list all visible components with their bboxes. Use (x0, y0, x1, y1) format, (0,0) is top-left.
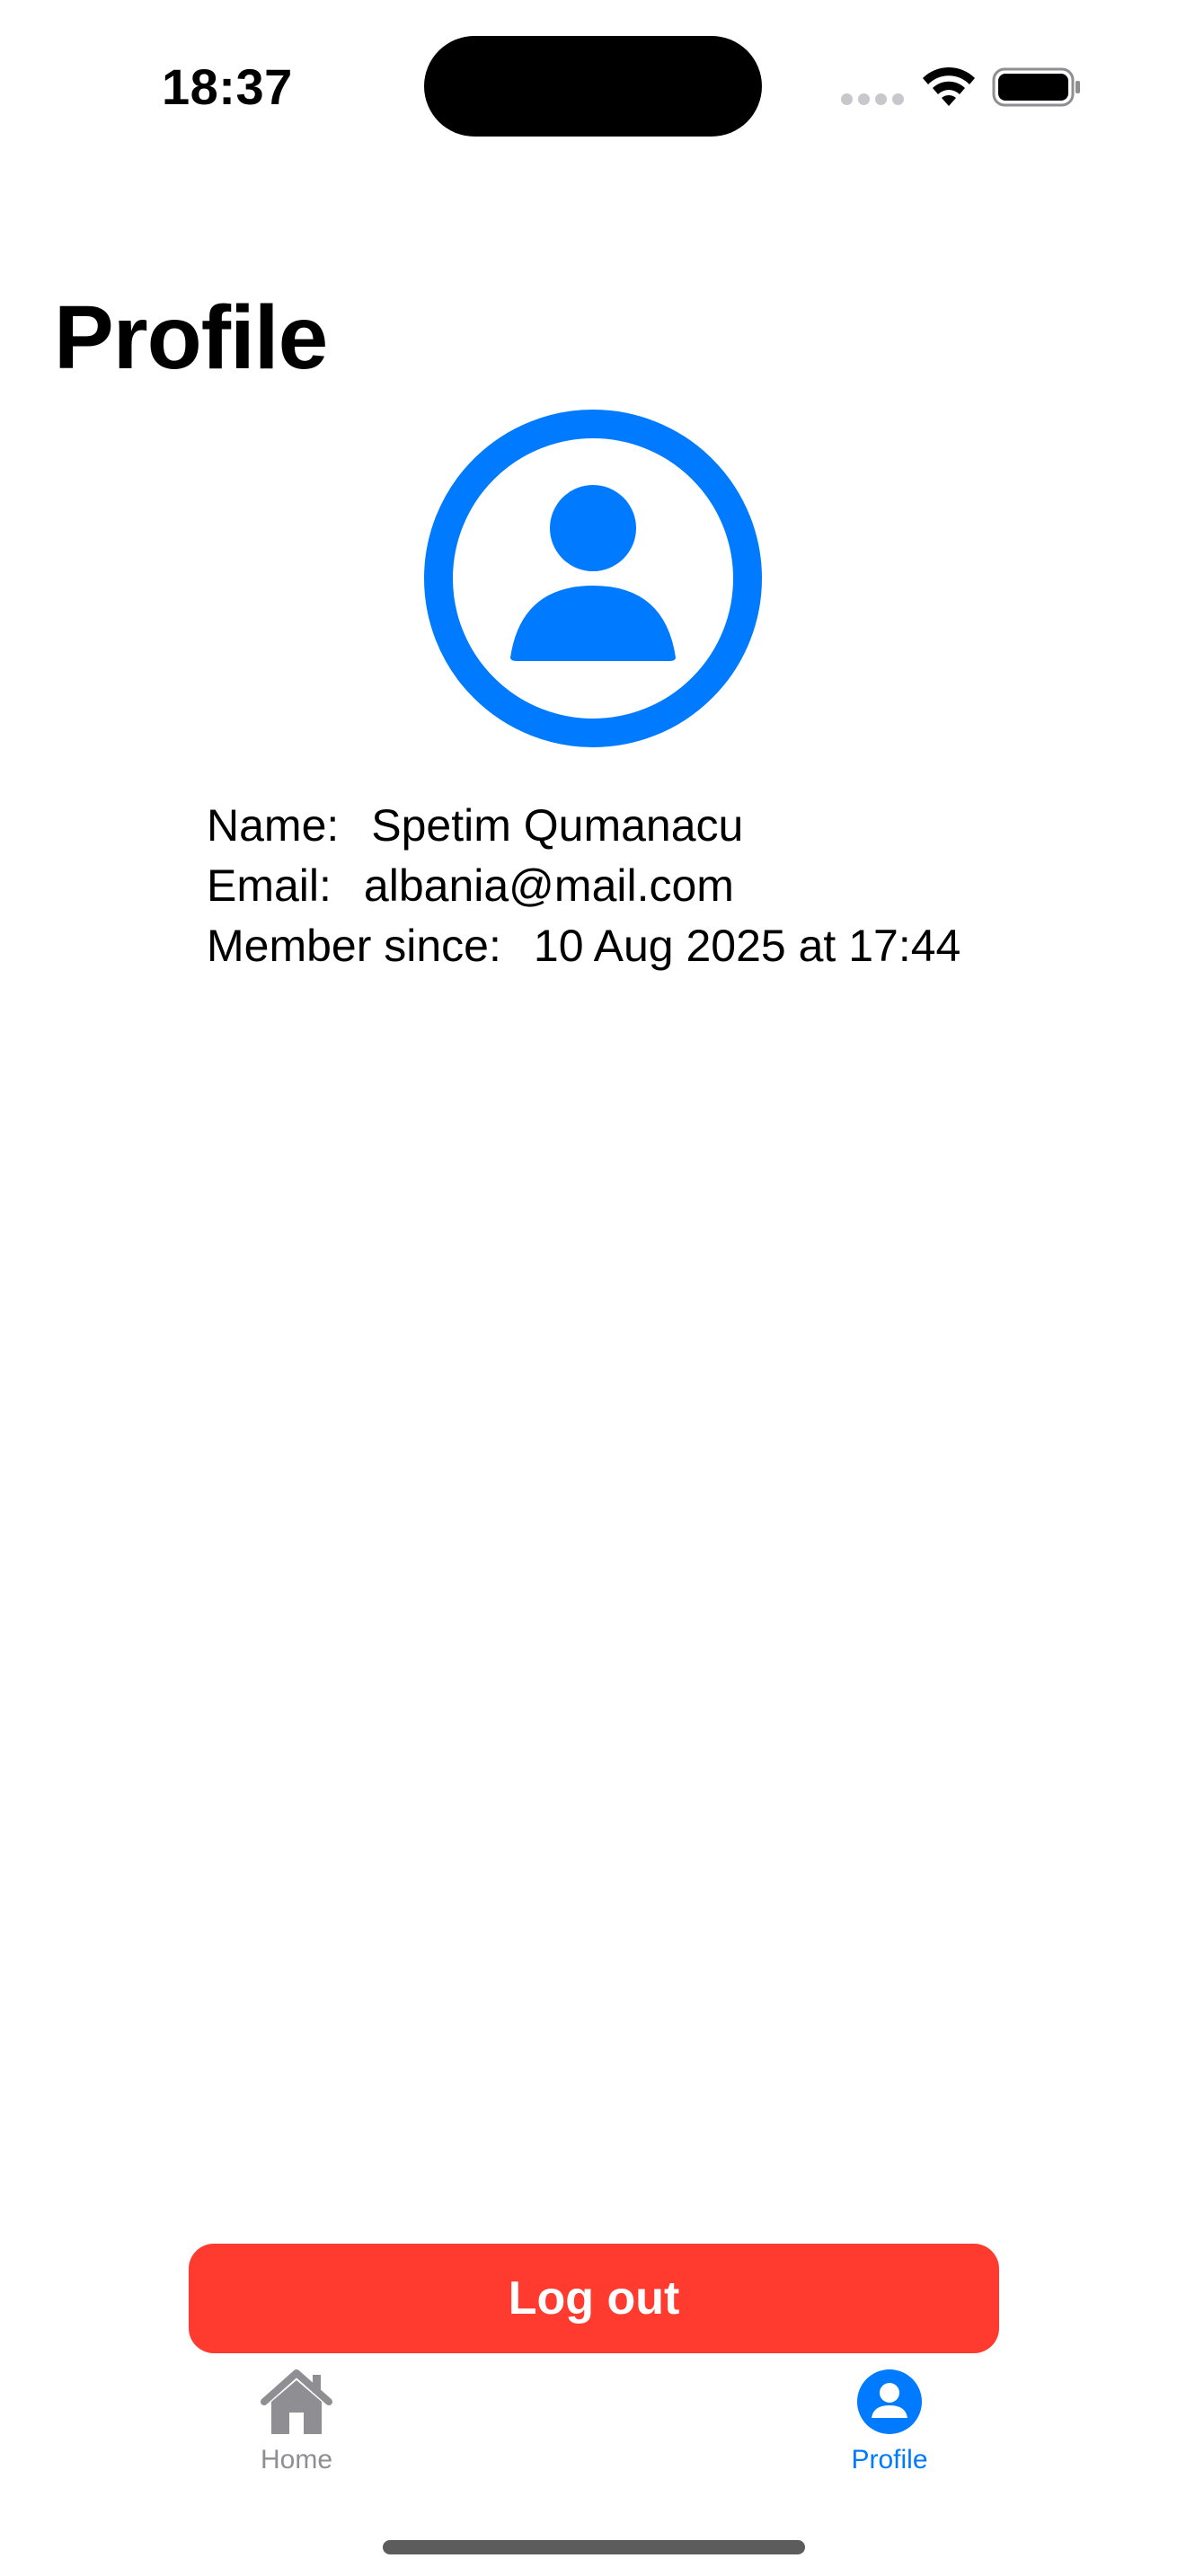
cellular-signal-icon (841, 93, 904, 106)
tab-home-label: Home (260, 2445, 333, 2475)
dynamic-island (424, 36, 762, 137)
member-since-row: Member since: 10 Aug 2025 at 17:44 (207, 916, 960, 976)
name-label: Name: (207, 800, 340, 851)
logout-button[interactable]: Log out (189, 2244, 999, 2353)
member-since-value: 10 Aug 2025 at 17:44 (533, 921, 961, 971)
tab-home[interactable]: Home (207, 2366, 386, 2483)
status-time: 18:37 (162, 58, 293, 115)
home-indicator (383, 2540, 805, 2554)
page-title: Profile (54, 287, 328, 388)
email-row: Email: albania@mail.com (207, 856, 960, 916)
battery-icon (992, 67, 1080, 107)
tab-profile[interactable]: Profile (800, 2366, 979, 2483)
person-circle-icon (424, 410, 762, 747)
email-value: albania@mail.com (363, 860, 734, 911)
tab-profile-label: Profile (851, 2445, 928, 2475)
name-value: Spetim Qumanacu (371, 800, 744, 851)
wifi-icon (923, 66, 975, 106)
person-circle-fill-icon (857, 2369, 922, 2434)
name-row: Name: Spetim Qumanacu (207, 796, 960, 856)
member-since-label: Member since: (207, 921, 501, 971)
house-icon (261, 2369, 332, 2434)
profile-info: Name: Spetim Qumanacu Email: albania@mail.… (207, 796, 960, 976)
email-label: Email: (207, 860, 332, 911)
